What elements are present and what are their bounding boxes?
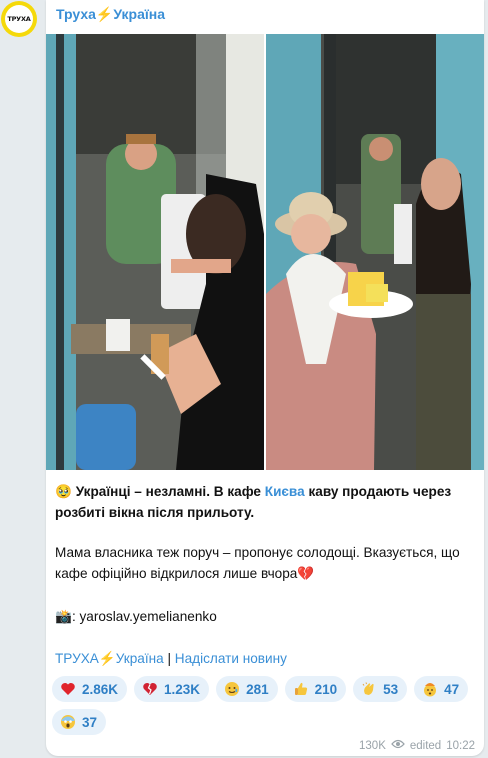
reaction-count: 47 xyxy=(444,681,460,697)
reaction-count: 281 xyxy=(246,681,269,697)
reaction-scream[interactable]: 37 xyxy=(52,709,107,735)
channel-avatar[interactable]: ТРУХА xyxy=(1,1,37,37)
message-time: 10:22 xyxy=(446,739,475,752)
reaction-heart[interactable]: 2.86K xyxy=(52,676,128,702)
message-bubble: Труха⚡Україна 🥹 Українці – незламні. В к… xyxy=(46,0,484,756)
eye-icon xyxy=(391,739,405,752)
reactions-bar: 2.86K 1.23K 281 210 53 47 37 xyxy=(52,676,478,735)
thumbs-up-icon xyxy=(292,680,310,698)
footer-separator: | xyxy=(163,651,175,666)
edited-label: edited xyxy=(409,739,442,752)
photo-cafe-owner[interactable] xyxy=(46,34,264,470)
broken-heart-icon xyxy=(141,680,159,698)
scream-icon xyxy=(59,713,77,731)
mind-blown-icon xyxy=(421,680,439,698)
clap-icon xyxy=(360,680,378,698)
post-footer: ТРУХА⚡Україна | Надіслати новину xyxy=(55,648,475,669)
heart-icon xyxy=(59,680,77,698)
submit-news-link[interactable]: Надіслати новину xyxy=(175,651,287,666)
reaction-thumbs-up[interactable]: 210 xyxy=(284,676,347,702)
avatar-logo-text: ТРУХА xyxy=(5,5,33,33)
channel-name[interactable]: Труха⚡Україна xyxy=(56,6,165,23)
kyiv-link[interactable]: Києва xyxy=(265,484,305,499)
reaction-tear-smile[interactable]: 281 xyxy=(216,676,278,702)
reaction-mind-blown[interactable]: 47 xyxy=(414,676,469,702)
photo-cafe-owner-drawing xyxy=(46,34,264,470)
channel-footer-link[interactable]: ТРУХА⚡Україна xyxy=(55,651,164,666)
pleading-face-icon: 🥹 xyxy=(55,484,72,499)
camera-flash-icon: 📸 xyxy=(55,609,72,624)
post-headline-part1: Українці – незламні. В кафе xyxy=(75,484,261,499)
tear-smile-icon xyxy=(223,680,241,698)
reaction-broken-heart[interactable]: 1.23K xyxy=(134,676,210,702)
reaction-count: 1.23K xyxy=(164,681,201,697)
broken-heart-icon: 💔 xyxy=(297,566,315,581)
reaction-clap[interactable]: 53 xyxy=(353,676,408,702)
reaction-count: 53 xyxy=(383,681,399,697)
post-paragraph-1: 🥹 Українці – незламні. В кафе Києва каву… xyxy=(55,481,475,523)
views-count: 130K xyxy=(359,739,386,752)
photo-mother-with-dessert-drawing xyxy=(266,34,484,470)
photo-mother-with-dessert[interactable] xyxy=(266,34,484,470)
reaction-count: 37 xyxy=(82,714,98,730)
message-meta: 130K edited 10:22 xyxy=(359,739,475,752)
post-paragraph-2: Мама власника теж поруч – пропонує солод… xyxy=(55,542,475,584)
post-photo-credit: 📸: yaroslav.yemelianenko xyxy=(55,606,475,627)
reaction-count: 210 xyxy=(314,681,338,697)
reaction-count: 2.86K xyxy=(82,681,119,697)
photo-credit-text: : yaroslav.yemelianenko xyxy=(71,609,217,624)
post-body-text: Мама власника теж поруч – пропонує солод… xyxy=(55,545,460,581)
